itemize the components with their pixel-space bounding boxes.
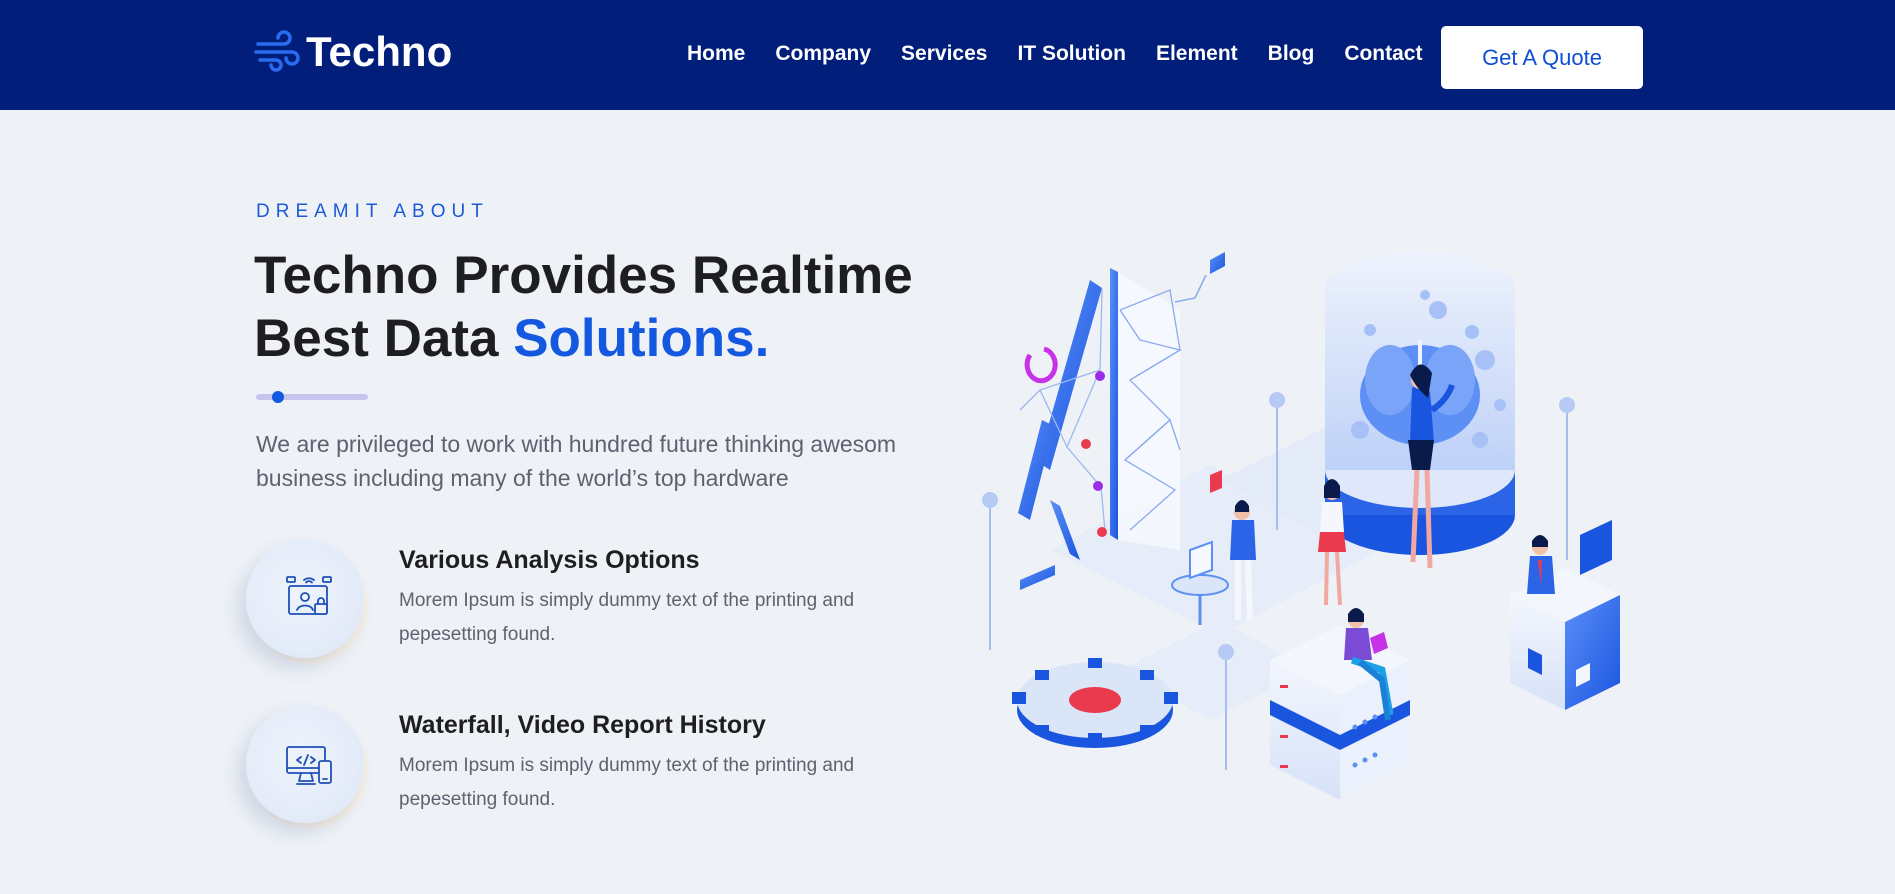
section-eyebrow: DREAMIT ABOUT	[256, 201, 489, 222]
logo-text: Techno	[306, 28, 453, 75]
main-nav: Home Company Services IT Solution Elemen…	[687, 42, 1422, 66]
feature-text: Morem Ipsum is simply dummy text of the …	[399, 590, 855, 645]
logo[interactable]: Techno	[254, 28, 452, 76]
nav-company[interactable]: Company	[775, 42, 871, 66]
wind-logo-icon	[254, 30, 300, 72]
monitor-code-mobile-icon	[286, 746, 332, 785]
data-solutions-illustration	[982, 250, 1620, 800]
feature-icon-circle	[246, 705, 364, 823]
monitor-user-lock-icon	[286, 576, 332, 615]
nav-it-solution[interactable]: IT Solution	[1017, 42, 1125, 66]
feature-icon-circle	[246, 540, 364, 658]
nav-contact[interactable]: Contact	[1344, 42, 1422, 66]
feature-item: Waterfall, Video Report History Morem Ip…	[246, 705, 966, 835]
title-divider-dot	[272, 391, 284, 403]
nav-element[interactable]: Element	[1156, 42, 1238, 66]
hero-title-line2: Best Data	[254, 309, 514, 368]
hero-description: We are privileged to work with hundred f…	[256, 431, 897, 491]
nav-blog[interactable]: Blog	[1268, 42, 1315, 66]
nav-home[interactable]: Home	[687, 42, 745, 66]
hero-title: Techno Provides Realtime Best Data Solut…	[254, 244, 974, 370]
hero-title-line1: Techno Provides Realtime	[254, 246, 913, 305]
feature-title: Waterfall, Video Report History	[399, 711, 766, 739]
nav-services[interactable]: Services	[901, 42, 987, 66]
feature-title: Various Analysis Options	[399, 546, 700, 574]
feature-text: Morem Ipsum is simply dummy text of the …	[399, 755, 855, 810]
feature-item: Various Analysis Options Morem Ipsum is …	[246, 540, 966, 670]
site-header: Techno Home Company Services IT Solution…	[0, 0, 1895, 110]
get-a-quote-button[interactable]: Get A Quote	[1441, 26, 1643, 89]
hero-title-accent: Solutions.	[513, 309, 770, 368]
